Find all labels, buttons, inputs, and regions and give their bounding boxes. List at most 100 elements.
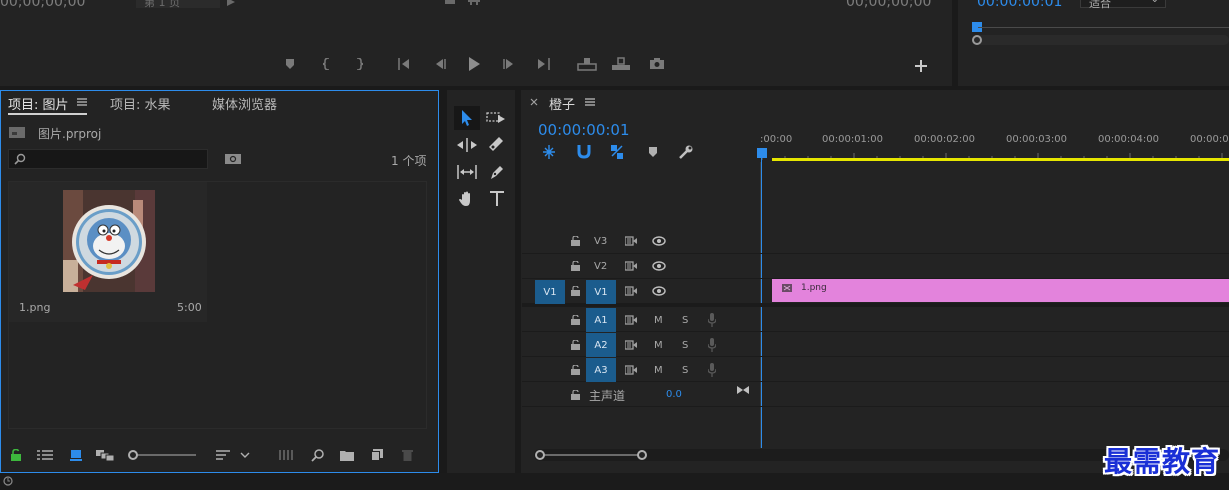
close-icon[interactable] [528, 96, 540, 108]
a1-target-toggle[interactable]: A1 [586, 308, 616, 332]
export-frame-icon[interactable] [648, 57, 666, 71]
overwrite-icon[interactable] [610, 56, 632, 72]
sort-icons-icon[interactable] [214, 447, 232, 463]
new-bin-icon[interactable] [339, 447, 355, 463]
search-input[interactable] [8, 149, 208, 169]
type-tool-icon[interactable] [485, 189, 509, 209]
v1-eye-icon[interactable] [651, 285, 667, 297]
snap-icon[interactable] [575, 144, 593, 160]
timeline-marker-icon[interactable] [645, 144, 661, 160]
master-volume-value[interactable]: 0.0 [666, 389, 682, 400]
v3-lock-icon[interactable] [569, 234, 581, 248]
trash-icon[interactable] [399, 447, 415, 463]
playhead-handle[interactable] [757, 148, 767, 158]
v1-sync-lock-icon[interactable] [624, 285, 638, 297]
icon-view-icon[interactable] [68, 447, 84, 463]
step-forward-icon[interactable] [501, 57, 517, 71]
panel-divider-vertical[interactable] [439, 90, 447, 473]
master-track[interactable] [522, 382, 1229, 407]
a3-mute-button[interactable]: M [654, 365, 663, 376]
a3-microphone-icon[interactable] [706, 362, 718, 378]
nest-toggle-icon[interactable] [540, 144, 558, 160]
status-render-icon[interactable] [2, 475, 14, 487]
button-editor-plus-icon[interactable] [913, 58, 929, 74]
zoom-slider-handle[interactable] [128, 450, 138, 460]
add-marker-icon[interactable] [283, 57, 297, 71]
ripple-edit-tool-icon[interactable] [455, 135, 479, 155]
a2-sync-lock-icon[interactable] [624, 339, 638, 351]
a2-target-toggle[interactable]: A2 [586, 333, 616, 357]
a2-lock-icon[interactable] [569, 338, 581, 352]
play-small-icon[interactable] [226, 0, 236, 7]
slip-tool-icon[interactable] [455, 162, 479, 182]
selection-tool-icon[interactable] [454, 106, 480, 130]
new-item-icon[interactable] [369, 447, 385, 463]
timeline-clip[interactable]: 1.png [772, 279, 1229, 302]
v1-target-toggle[interactable]: V1 [586, 280, 616, 304]
hand-tool-icon[interactable] [455, 189, 479, 209]
wrench-settings-icon[interactable] [677, 144, 695, 160]
v1-source-patch[interactable]: V1 [535, 280, 565, 304]
a3-solo-button[interactable]: S [682, 365, 688, 376]
go-to-in-icon[interactable] [396, 57, 414, 71]
a2-microphone-icon[interactable] [706, 337, 718, 353]
a1-microphone-icon[interactable] [706, 312, 718, 328]
a3-sync-lock-icon[interactable] [624, 364, 638, 376]
program-timecode[interactable]: 00:00:00:01 [977, 0, 1062, 10]
v3-sync-lock-icon[interactable] [624, 235, 638, 247]
a1-sync-lock-icon[interactable] [624, 314, 638, 326]
work-area-bar[interactable] [772, 158, 1229, 161]
play-icon[interactable] [466, 56, 482, 72]
sort-chevron-down-icon[interactable] [238, 447, 252, 463]
a3-lock-icon[interactable] [569, 363, 581, 377]
a1-mute-button[interactable]: M [654, 315, 663, 326]
track-select-tool-icon[interactable] [484, 108, 508, 128]
v2-sync-lock-icon[interactable] [624, 260, 638, 272]
transport-extra-icon[interactable] [466, 0, 482, 6]
timeline-timecode[interactable]: 00:00:00:01 [538, 121, 630, 139]
insert-icon[interactable] [576, 56, 598, 72]
fit-select[interactable]: 适合 ⌄ [1080, 0, 1166, 10]
source-timecode-left[interactable]: 00;00;00;00 [0, 0, 85, 10]
tab-project-fruit[interactable]: 项目: 水果 [110, 94, 171, 113]
v2-eye-icon[interactable] [651, 260, 667, 272]
zoom-slider[interactable] [128, 449, 198, 461]
new-search-bin-icon[interactable] [224, 151, 242, 165]
scrollbar-right-handle[interactable] [637, 450, 647, 460]
step-back-icon[interactable] [432, 57, 448, 71]
program-scrollbar-handle[interactable] [972, 35, 982, 45]
pen-tool-icon[interactable] [485, 162, 509, 182]
lock-icon[interactable] [8, 447, 24, 463]
timeline-menu-icon[interactable] [584, 96, 596, 108]
a3-target-toggle[interactable]: A3 [586, 358, 616, 382]
v2-lock-icon[interactable] [569, 259, 581, 273]
go-to-out-icon[interactable] [534, 57, 552, 71]
a1-solo-button[interactable]: S [682, 315, 688, 326]
tab-media-browser[interactable]: 媒体浏览器 [212, 94, 277, 113]
media-item-card[interactable]: 1.png 5:00 [9, 182, 207, 322]
mark-out-icon[interactable] [352, 57, 366, 71]
a2-solo-button[interactable]: S [682, 340, 688, 351]
export-frame-small-icon[interactable] [443, 0, 457, 6]
v1-lock-icon[interactable] [569, 284, 581, 298]
scrollbar-thumb[interactable] [540, 454, 640, 456]
a2-mute-button[interactable]: M [654, 340, 663, 351]
v3-eye-icon[interactable] [651, 235, 667, 247]
program-zoom-scrollbar[interactable] [972, 35, 1229, 45]
automate-to-sequence-icon[interactable] [278, 447, 296, 463]
media-thumbnail[interactable] [63, 190, 155, 292]
go-to-end-icon[interactable] [736, 384, 750, 396]
list-view-icon[interactable] [36, 447, 54, 463]
sequence-tab-label[interactable]: 橙子 [549, 94, 575, 113]
freeform-view-icon[interactable] [95, 447, 115, 463]
razor-tool-icon[interactable] [485, 135, 509, 155]
find-icon[interactable] [309, 447, 325, 463]
page-select[interactable]: 第 1 页 [136, 0, 220, 9]
linked-selection-icon[interactable] [608, 144, 626, 160]
tab-project-images[interactable]: 项目: 图片 [8, 94, 69, 113]
mark-in-icon[interactable] [320, 57, 334, 71]
master-lock-icon[interactable] [569, 388, 581, 402]
a1-lock-icon[interactable] [569, 313, 581, 327]
scrollbar-left-handle[interactable] [535, 450, 545, 460]
panel-menu-icon[interactable] [76, 96, 88, 108]
